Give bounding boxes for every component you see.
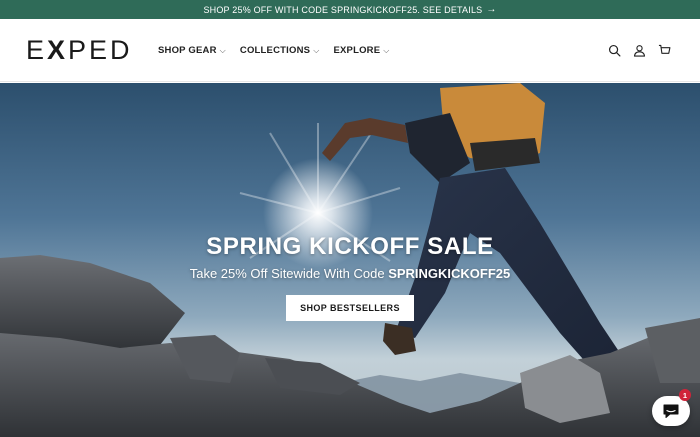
- hero-banner: SPRING KICKOFF SALE Take 25% Off Sitewid…: [0, 83, 700, 437]
- announcement-text[interactable]: SHOP 25% OFF WITH CODE SPRINGKICKOFF25. …: [203, 5, 482, 15]
- nav-label: COLLECTIONS: [239, 44, 311, 56]
- chevron-down-icon: ⌵: [383, 46, 390, 55]
- logo-text-x: X: [47, 35, 69, 65]
- shop-bestsellers-button[interactable]: SHOP BESTSELLERS: [286, 295, 414, 321]
- promo-code: SPRINGKICKOFF25: [388, 266, 511, 281]
- site-header: EXPED SHOP GEAR ⌵ COLLECTIONS ⌵ EXPLORE …: [0, 19, 700, 82]
- account-icon[interactable]: [633, 44, 646, 57]
- logo-text-start: E: [26, 35, 48, 65]
- hero-subtitle: Take 25% Off Sitewide With Code SPRINGKI…: [0, 266, 700, 281]
- header-icons: [608, 44, 671, 57]
- search-icon[interactable]: [608, 44, 621, 57]
- cart-icon[interactable]: [658, 44, 671, 57]
- chat-bubble-icon: [663, 404, 679, 418]
- arrow-right-icon: →: [486, 4, 497, 15]
- announcement-bar[interactable]: SHOP 25% OFF WITH CODE SPRINGKICKOFF25. …: [0, 0, 700, 19]
- main-nav: SHOP GEAR ⌵ COLLECTIONS ⌵ EXPLORE ⌵: [158, 44, 390, 56]
- nav-label: EXPLORE: [333, 44, 381, 56]
- logo-text-end: PED: [68, 35, 133, 65]
- chevron-down-icon: ⌵: [313, 46, 320, 55]
- hero-subtitle-text: Take 25% Off Sitewide With Code: [189, 266, 389, 281]
- nav-label: SHOP GEAR: [158, 44, 217, 56]
- chevron-down-icon: ⌵: [219, 46, 226, 55]
- hero-title: SPRING KICKOFF SALE: [206, 233, 494, 260]
- chat-unread-badge: 1: [679, 389, 691, 401]
- nav-shop-gear[interactable]: SHOP GEAR ⌵: [158, 44, 226, 56]
- nav-explore[interactable]: EXPLORE ⌵: [333, 44, 389, 56]
- nav-collections[interactable]: COLLECTIONS ⌵: [240, 44, 320, 56]
- exped-logo[interactable]: EXPED: [26, 36, 133, 64]
